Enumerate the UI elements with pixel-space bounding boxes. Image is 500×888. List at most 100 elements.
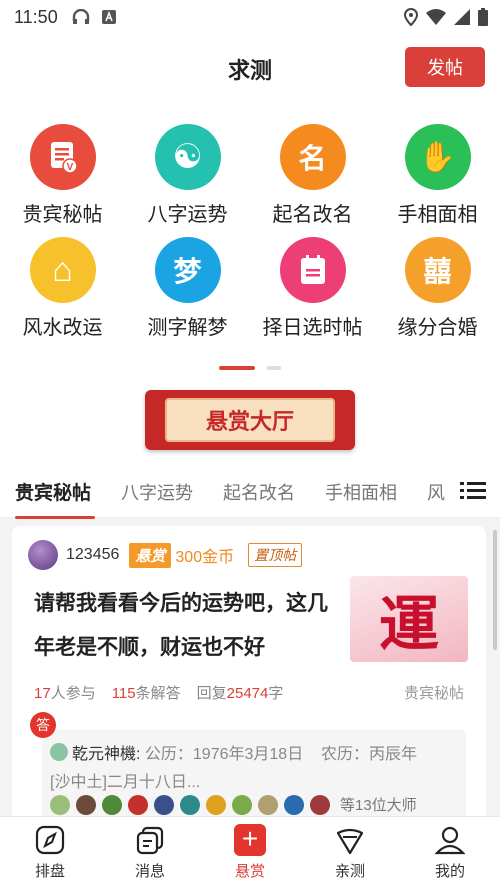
masters-row: 等13位大师 (50, 794, 417, 815)
nav-profile[interactable]: 我的 (400, 817, 500, 888)
answer-text-continued: [沙中土]二月十八日... (50, 774, 201, 791)
banner-section: 悬赏大厅 (0, 374, 500, 466)
reply-count: 25474 (226, 685, 269, 702)
nav-label: 我的 (434, 863, 465, 880)
double-happiness-icon: 囍 (404, 237, 471, 303)
masters-count: 等13位大师 (340, 797, 417, 814)
page-dot (267, 366, 281, 370)
category-bazi[interactable]: ☯ 八字运势 (125, 124, 250, 227)
nav-messages[interactable]: 消息 (100, 817, 200, 888)
category-marriage[interactable]: 囍 缘分合婚 (375, 237, 500, 340)
battery-icon (478, 8, 488, 26)
category-label: 择日选时帖 (262, 317, 363, 339)
reward-amount: 300金币 (175, 549, 235, 566)
master-avatar (50, 743, 68, 761)
master-avatar (310, 794, 330, 815)
message-icon (134, 824, 166, 856)
category-palm[interactable]: ✋ 手相面相 (375, 124, 500, 227)
category-label: 风水改运 (22, 317, 103, 339)
reply-stat: 回复25474字 (197, 682, 284, 703)
page-indicator (0, 366, 500, 370)
reward-badge: 悬赏 (129, 542, 172, 568)
nav-label: 消息 (134, 863, 165, 880)
category-fengshui[interactable]: ⌂ 风水改运 (0, 237, 125, 340)
compass-icon (34, 824, 66, 856)
tab-bazi[interactable]: 八字运势 (121, 479, 193, 505)
master-avatar (284, 794, 304, 815)
tab-naming[interactable]: 起名改名 (223, 479, 295, 505)
nav-reward[interactable]: + 悬赏 (200, 817, 300, 888)
palm-icon: ✋ (404, 124, 471, 190)
master-avatar (258, 794, 278, 815)
calendar-icon (279, 237, 346, 303)
category-grid: V 贵宾秘帖 ☯ 八字运势 名 起名改名 ✋ 手相面相 ⌂ 风水改运 梦 测字解… (0, 124, 500, 340)
status-time: 11:50 (14, 6, 58, 27)
tab-vip[interactable]: 贵宾秘帖 (15, 478, 96, 519)
post-category: 贵宾秘帖 (403, 685, 464, 702)
page-dot-active (219, 366, 255, 370)
status-bar: 11:50 (0, 0, 500, 34)
master-avatar (76, 794, 96, 815)
answer-preview[interactable]: 乾元神機: 公历：1976年3月18日 农历：丙辰年 [沙中土]二月十八日...… (42, 730, 466, 826)
answers-count: 115 (111, 685, 136, 702)
dream-icon: 梦 (154, 237, 221, 303)
post-title[interactable]: 请帮我看看今后的运势吧，这几年老是不顺，财运也不好 (34, 582, 334, 670)
signal-icon (454, 9, 470, 25)
reply-suffix: 字 (268, 685, 284, 702)
nav-label: 排盘 (34, 863, 65, 880)
master-avatar (102, 794, 122, 815)
category-naming[interactable]: 名 起名改名 (250, 124, 375, 227)
tab-palm[interactable]: 手相面相 (325, 479, 397, 505)
avatar[interactable] (28, 540, 58, 570)
category-label: 起名改名 (272, 204, 353, 226)
pinned-badge: 置顶帖 (248, 543, 303, 567)
answers-stat: 115条解答 (112, 682, 181, 703)
post-button[interactable]: 发帖 (405, 47, 485, 87)
category-label: 八字运势 (147, 204, 228, 226)
post-card[interactable]: 123456 悬赏 300金币 置顶帖 请帮我看看今后的运势吧，这几年老是不顺，… (12, 526, 486, 826)
post-thumbnail[interactable]: 運 (350, 576, 468, 662)
category-label: 缘分合婚 (397, 317, 478, 339)
shield-icon (334, 824, 366, 856)
wifi-icon (426, 9, 446, 25)
nav-paipan[interactable]: 排盘 (0, 817, 100, 888)
nav-test[interactable]: 亲测 (300, 817, 400, 888)
nav-label: 悬赏 (234, 863, 265, 880)
post-stats: 17人参与 115条解答 回复25474字 (34, 682, 283, 703)
name-icon: 名 (279, 124, 346, 190)
page-title: 求测 (227, 58, 272, 83)
participants-stat: 17人参与 (34, 682, 96, 703)
category-dream[interactable]: 梦 测字解梦 (125, 237, 250, 340)
category-label: 手相面相 (397, 204, 478, 226)
master-avatar (128, 794, 148, 815)
answer-line: 乾元神機: 公历：1976年3月18日 农历：丙辰年 (50, 740, 417, 764)
reward-hall-button[interactable]: 悬赏大厅 (145, 390, 355, 450)
location-icon (404, 8, 418, 26)
nav-label: 亲测 (334, 863, 365, 880)
answer-text: 公历：1976年3月18日 农历：丙辰年 (140, 746, 417, 763)
master-name: 乾元神機: (72, 746, 141, 763)
category-date[interactable]: 择日选时帖 (250, 237, 375, 340)
answer-badge: 答 (30, 712, 56, 738)
vip-document-icon: V (29, 124, 96, 190)
participants-count: 17 (34, 685, 51, 702)
profile-icon (434, 824, 466, 856)
answers-label: 条解答 (135, 685, 181, 702)
category-panel: V 贵宾秘帖 ☯ 八字运势 名 起名改名 ✋ 手相面相 ⌂ 风水改运 梦 测字解… (0, 104, 500, 374)
category-vip[interactable]: V 贵宾秘帖 (0, 124, 125, 227)
app-header: 求测 发帖 (0, 34, 500, 104)
master-avatar (206, 794, 226, 815)
thumbnail-character: 運 (379, 589, 439, 660)
scrollbar[interactable] (493, 530, 497, 650)
participants-label: 人参与 (50, 685, 96, 702)
bottom-nav: 排盘 消息 + 悬赏 亲测 我的 (0, 816, 500, 888)
tab-fengshui[interactable]: 风 (427, 479, 445, 505)
svg-text:V: V (66, 162, 73, 173)
house-icon: ⌂ (29, 237, 96, 303)
category-tabs: 贵宾秘帖 八字运势 起名改名 手相面相 风 (0, 466, 500, 519)
tab-menu-icon[interactable] (460, 480, 486, 504)
headset-icon (72, 9, 89, 24)
reward-icon: + (234, 824, 266, 856)
reply-prefix: 回复 (196, 685, 227, 702)
banner-inner: 悬赏大厅 (165, 398, 335, 442)
